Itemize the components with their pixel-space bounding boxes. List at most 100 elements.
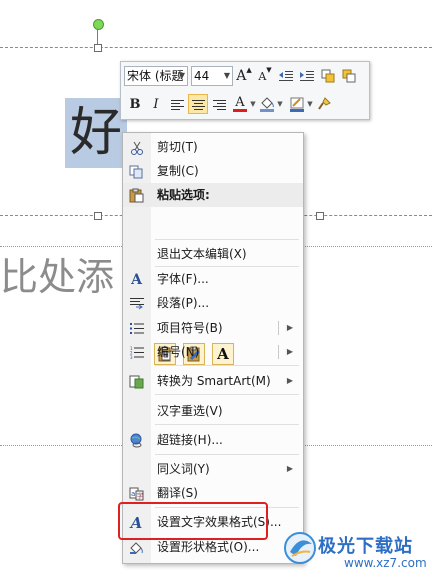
context-menu: 剪切(T) 复制(C) 粘贴选项: A 退出文本编辑(X) A 字体(F)... xyxy=(122,132,304,564)
paragraph-icon xyxy=(128,295,145,312)
menu-item-label: 退出文本编辑(X) xyxy=(157,247,247,261)
menu-item-label: 编号(N) xyxy=(157,345,200,359)
chevron-down-icon: ▼ xyxy=(223,71,230,80)
menu-separator xyxy=(155,239,299,240)
italic-icon: I xyxy=(153,96,159,112)
submenu-arrow-icon: ▶ xyxy=(286,376,293,385)
font-color-icon: A xyxy=(235,95,245,110)
paint-bucket-icon xyxy=(261,96,274,109)
format-painter-button[interactable] xyxy=(314,94,334,114)
font-size-select[interactable]: 44 ▼ xyxy=(191,66,233,86)
align-left-icon xyxy=(170,99,184,110)
text-box-top-border xyxy=(0,47,432,48)
grow-font-button[interactable]: A ▲ xyxy=(234,66,254,86)
menu-item-label: 超链接(H)... xyxy=(157,433,223,447)
hyperlink-icon xyxy=(128,432,145,449)
bold-button[interactable]: B xyxy=(125,94,145,114)
watermark-logo-icon xyxy=(284,532,316,564)
watermark-name: 极光下载站 xyxy=(318,536,413,557)
decrease-indent-icon xyxy=(279,71,293,81)
shape-format-icon xyxy=(128,539,145,556)
menu-item-exit-text-edit[interactable]: 退出文本编辑(X) xyxy=(123,242,303,266)
scissors-icon xyxy=(128,139,145,156)
menu-item-synonyms[interactable]: 同义词(Y) ▶ xyxy=(123,457,303,481)
italic-button[interactable]: I xyxy=(146,94,166,114)
selected-title-text[interactable]: 好 xyxy=(65,98,127,168)
resize-handle-top[interactable] xyxy=(94,44,102,52)
menu-separator xyxy=(155,394,299,395)
menu-item-label: 粘贴选项: xyxy=(157,188,210,202)
chevron-down-icon[interactable]: ▼ xyxy=(277,100,283,108)
menu-item-cut[interactable]: 剪切(T) xyxy=(123,135,303,159)
menu-item-label: 同义词(Y) xyxy=(157,462,210,476)
resize-handle-bottom[interactable] xyxy=(94,212,102,220)
shrink-font-button[interactable]: A ▼ xyxy=(255,66,275,86)
grow-font-icon: A xyxy=(236,68,247,84)
menu-item-hanzi-reconversion[interactable]: 汉字重选(V) xyxy=(123,399,303,423)
menu-item-label: 段落(P)... xyxy=(157,296,210,310)
chevron-down-icon: ▼ xyxy=(178,71,185,80)
menu-item-numbering[interactable]: 123 编号(N) ▶ xyxy=(123,340,303,364)
svg-text:a: a xyxy=(131,490,135,498)
submenu-arrow-icon[interactable]: ▶ xyxy=(287,340,293,364)
font-color-swatch xyxy=(233,109,247,112)
highlight-annotation-box xyxy=(118,502,268,540)
shrink-font-icon: A xyxy=(258,69,267,83)
menu-item-label: 剪切(T) xyxy=(157,140,198,154)
menu-separator xyxy=(155,365,299,366)
menu-item-bullets[interactable]: 项目符号(B) ▶ xyxy=(123,316,303,340)
rotation-handle[interactable] xyxy=(93,19,104,30)
fill-color-button[interactable] xyxy=(257,94,277,114)
align-center-icon xyxy=(191,99,205,110)
pencil-icon xyxy=(290,97,304,108)
menu-header-paste-options: 粘贴选项: xyxy=(123,183,303,207)
bring-forward-button[interactable] xyxy=(318,66,338,86)
svg-text:字: 字 xyxy=(137,492,143,500)
mini-toolbar: 宋体 (标题 ▼ 44 ▼ A ▲ A ▼ B I A ▼ ▼ ▼ xyxy=(120,61,370,120)
fill-color-swatch xyxy=(260,108,274,112)
font-icon: A xyxy=(131,271,142,288)
align-right-icon xyxy=(212,99,226,110)
menu-item-hyperlink[interactable]: 超链接(H)... xyxy=(123,428,303,452)
watermark-url: www.xz7.com xyxy=(344,556,427,570)
font-color-button[interactable]: A xyxy=(230,94,250,114)
align-center-button[interactable] xyxy=(188,94,208,114)
bold-icon: B xyxy=(129,96,141,112)
split-divider xyxy=(278,345,279,359)
content-placeholder-text[interactable]: 比处添 xyxy=(0,252,114,302)
submenu-arrow-icon: ▶ xyxy=(286,464,293,473)
menu-separator xyxy=(155,454,299,455)
format-painter-icon xyxy=(318,97,331,110)
copy-icon xyxy=(128,163,145,180)
submenu-arrow-icon[interactable]: ▶ xyxy=(287,316,293,340)
send-backward-icon xyxy=(342,69,356,83)
split-divider xyxy=(278,321,279,335)
chevron-down-icon[interactable]: ▼ xyxy=(307,100,313,108)
align-right-button[interactable] xyxy=(209,94,229,114)
increase-indent-button[interactable] xyxy=(297,66,317,86)
translate-icon: a字 xyxy=(128,485,145,502)
menu-item-convert-smartart[interactable]: 转换为 SmartArt(M) ▶ xyxy=(123,369,303,393)
smartart-icon xyxy=(128,373,145,390)
menu-item-label: 转换为 SmartArt(M) xyxy=(157,374,271,388)
line-color-button[interactable] xyxy=(287,94,307,114)
menu-item-copy[interactable]: 复制(C) xyxy=(123,159,303,183)
menu-item-paragraph[interactable]: 段落(P)... xyxy=(123,291,303,315)
menu-item-font[interactable]: A 字体(F)... xyxy=(123,267,303,291)
svg-text:3: 3 xyxy=(130,355,133,359)
menu-item-label: 项目符号(B) xyxy=(157,321,223,335)
align-left-button[interactable] xyxy=(167,94,187,114)
decrease-indent-button[interactable] xyxy=(276,66,296,86)
chevron-down-icon[interactable]: ▼ xyxy=(250,100,256,108)
menu-separator xyxy=(155,424,299,425)
clipboard-icon xyxy=(128,187,145,204)
line-color-swatch xyxy=(290,108,304,112)
send-backward-button[interactable] xyxy=(339,66,359,86)
font-name-select[interactable]: 宋体 (标题 ▼ xyxy=(124,66,188,86)
resize-handle-bottom-right[interactable] xyxy=(316,212,324,220)
increase-indent-icon xyxy=(300,71,314,81)
menu-item-label: 字体(F)... xyxy=(157,272,209,286)
font-size-value: 44 xyxy=(194,69,210,83)
menu-item-label: 复制(C) xyxy=(157,164,199,178)
bring-forward-icon xyxy=(321,69,335,83)
